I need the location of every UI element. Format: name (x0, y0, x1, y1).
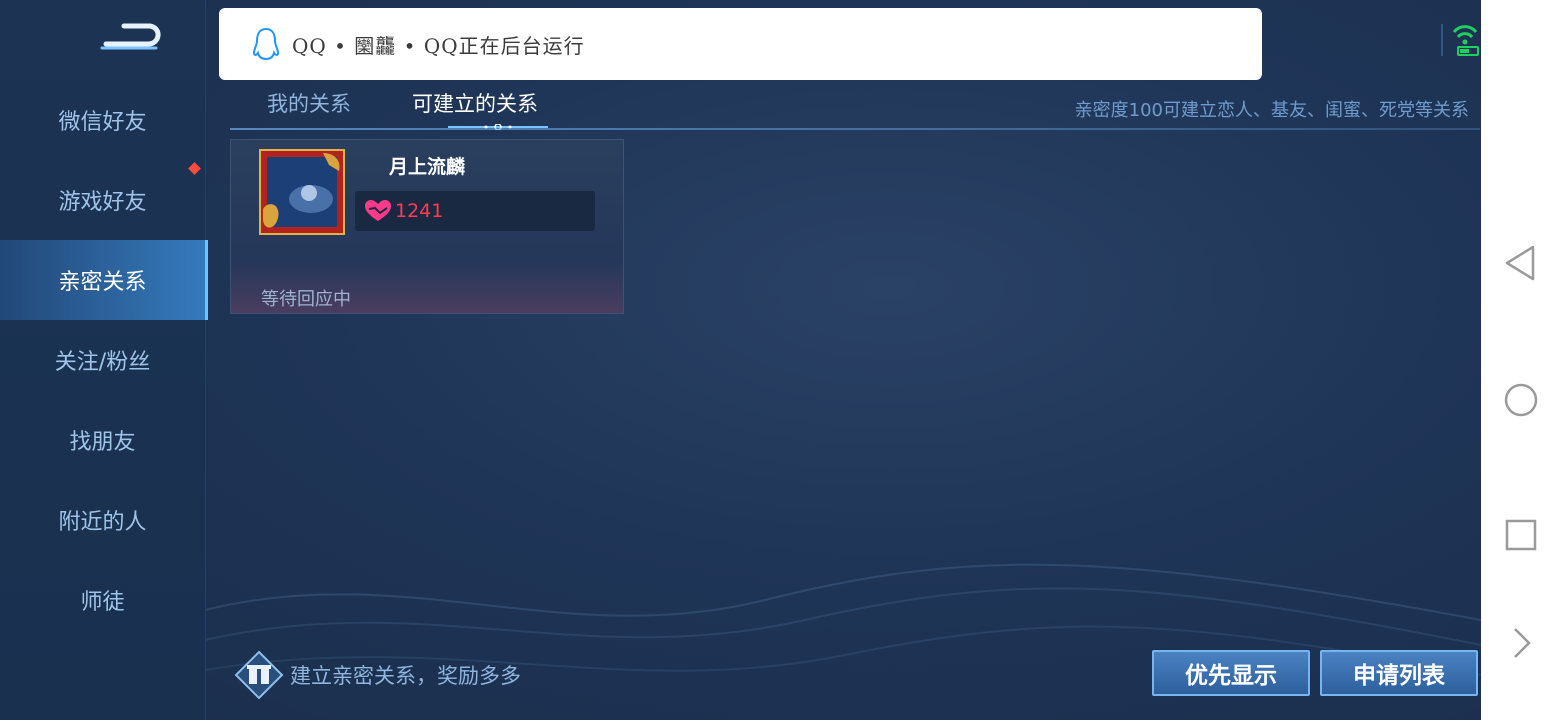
sidebar-item-follow-fans[interactable]: 关注/粉丝 (0, 320, 205, 400)
recents-square-icon[interactable] (1501, 515, 1541, 555)
sidebar-item-find-friends[interactable]: 找朋友 (0, 400, 205, 480)
sidebar-item-label: 附近的人 (58, 510, 147, 535)
back-triangle-icon[interactable] (1501, 243, 1541, 283)
notification-banner[interactable]: QQ • 圞龘 • QQ正在后台运行 (219, 8, 1262, 80)
sidebar: 微信好友 游戏好友 亲密关系 关注/粉丝 找朋友 附近的人 师徒 (0, 0, 208, 720)
sidebar-item-label: 微信好友 (58, 110, 147, 135)
notification-text: QQ • 圞龘 • QQ正在后台运行 (292, 33, 585, 58)
sidebar-item-label: 关注/粉丝 (54, 350, 151, 375)
friend-name: 月上流麟 (389, 156, 466, 178)
qq-penguin-icon (252, 27, 280, 61)
intimacy-value: 1241 (395, 200, 444, 222)
chevron-right-icon[interactable] (1501, 623, 1541, 663)
wifi-icon (1441, 24, 1479, 56)
game-screen: 微信好友 游戏好友 亲密关系 关注/粉丝 找朋友 附近的人 师徒 我的关系 可建… (0, 0, 1481, 720)
sidebar-item-label: 师徒 (80, 590, 125, 615)
tab-divider (230, 128, 1480, 130)
tab-my-relations[interactable]: 我的关系 (267, 88, 351, 118)
sidebar-item-mentor[interactable]: 师徒 (0, 560, 205, 640)
reward-hint-text: 建立亲密关系，奖励多多 (290, 664, 521, 688)
relation-card[interactable]: 月上流麟 1241 等待回应中 (230, 139, 624, 314)
application-list-button[interactable]: 申请列表 (1320, 650, 1478, 696)
sidebar-item-wechat-friends[interactable]: 微信好友 (0, 80, 205, 160)
sidebar-item-game-friends[interactable]: 游戏好友 (0, 160, 205, 240)
intimacy-hint: 亲密度100可建立恋人、基友、闺蜜、死党等关系 (1074, 100, 1469, 121)
avatar[interactable] (259, 149, 345, 235)
heart-icon (365, 200, 391, 221)
tab-available-relations[interactable]: 可建立的关系 (412, 88, 538, 118)
reward-hint: 建立亲密关系，奖励多多 (234, 650, 521, 700)
priority-display-button[interactable]: 优先显示 (1152, 650, 1310, 696)
intimacy-bar: 1241 (355, 191, 595, 231)
back-icon[interactable] (98, 16, 168, 60)
sidebar-item-intimate-relations[interactable]: 亲密关系 (0, 240, 208, 320)
system-navigation-bar (1481, 0, 1560, 720)
gift-icon (234, 650, 284, 700)
home-circle-icon[interactable] (1501, 380, 1541, 420)
sidebar-item-label: 亲密关系 (58, 270, 147, 295)
sidebar-item-nearby-people[interactable]: 附近的人 (0, 480, 205, 560)
sidebar-item-label: 游戏好友 (58, 190, 147, 215)
status-text: 等待回应中 (261, 289, 351, 310)
sidebar-item-label: 找朋友 (69, 430, 136, 455)
